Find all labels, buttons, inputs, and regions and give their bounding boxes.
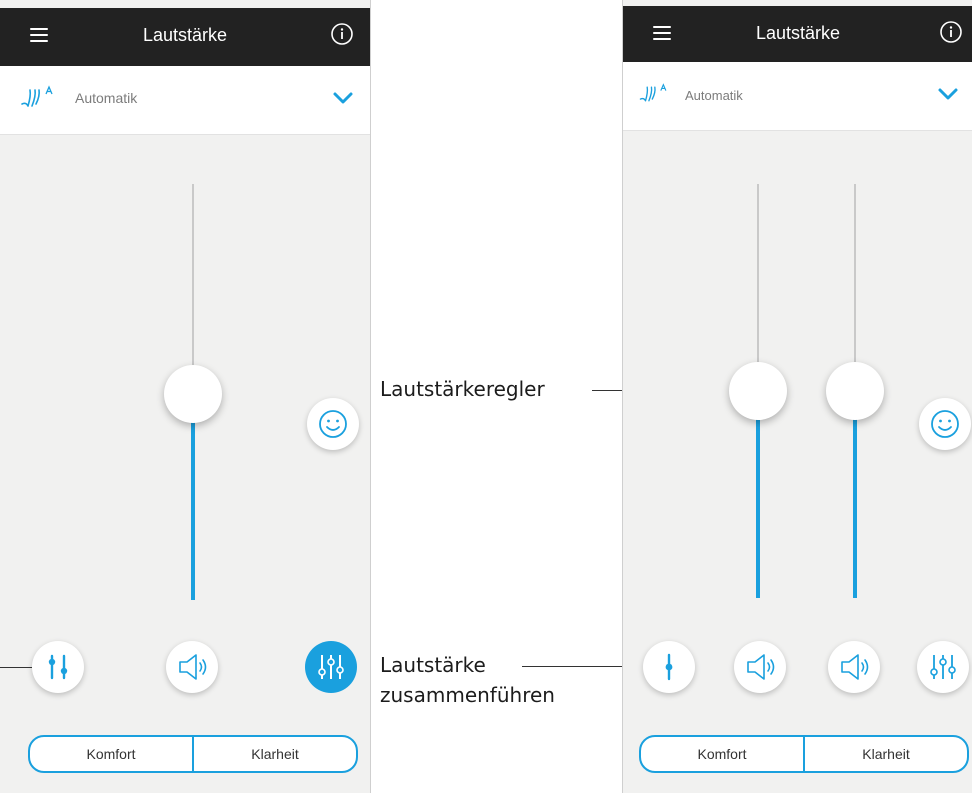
- segment-klarheit[interactable]: Klarheit: [803, 737, 967, 771]
- segment-komfort[interactable]: Komfort: [30, 737, 192, 771]
- page-title: Lautstärke: [755, 23, 841, 43]
- speaker-icon: [747, 654, 775, 680]
- speaker-right-button[interactable]: [828, 641, 880, 693]
- info-icon[interactable]: [939, 20, 963, 44]
- speaker-icon: [841, 654, 869, 680]
- callout-volume-slider: Lautstärkeregler: [380, 377, 545, 401]
- segment-klarheit[interactable]: Klarheit: [192, 737, 356, 771]
- left-volume-slider-fill: [756, 390, 760, 598]
- smiley-icon: [319, 410, 347, 438]
- info-icon[interactable]: [330, 22, 354, 46]
- split-sliders-icon: [48, 654, 68, 680]
- sound-mode-toggle: Komfort Klarheit: [28, 735, 358, 773]
- right-volume-slider-fill: [853, 390, 857, 598]
- single-slider-icon: [665, 653, 673, 681]
- callout-left-edge-line: [0, 667, 32, 668]
- sound-mode-toggle: Komfort Klarheit: [639, 735, 969, 773]
- app-header: Lautstärke: [0, 8, 370, 66]
- volume-slider-track[interactable]: [192, 184, 194, 394]
- program-label: Automatik: [75, 90, 138, 106]
- equalizer-icon: [930, 655, 956, 679]
- right-phone-screen: Lautstärke Automatik Komfort Klarheit: [622, 0, 972, 793]
- right-volume-slider-knob[interactable]: [826, 362, 884, 420]
- chevron-down-icon[interactable]: [332, 90, 354, 106]
- left-volume-slider-knob[interactable]: [729, 362, 787, 420]
- segment-komfort[interactable]: Komfort: [641, 737, 803, 771]
- comfort-smiley-button[interactable]: [919, 398, 971, 450]
- speaker-button[interactable]: [166, 641, 218, 693]
- program-label: Automatik: [685, 88, 743, 103]
- smiley-icon: [931, 410, 959, 438]
- left-phone-screen: Lautstärke Automatik Komfort Klarheit: [0, 0, 371, 793]
- speaker-left-button[interactable]: [734, 641, 786, 693]
- speaker-icon: [179, 654, 207, 680]
- merge-volume-button[interactable]: [643, 641, 695, 693]
- program-selector[interactable]: Automatik: [623, 62, 972, 131]
- left-volume-slider-track[interactable]: [757, 184, 759, 390]
- equalizer-icon: [318, 655, 344, 679]
- chevron-down-icon[interactable]: [937, 86, 959, 102]
- comfort-smiley-button[interactable]: [307, 398, 359, 450]
- hearing-program-icon: [21, 85, 53, 107]
- app-header: Lautstärke: [623, 6, 972, 62]
- program-selector[interactable]: Automatik: [0, 66, 370, 135]
- volume-slider-knob[interactable]: [164, 365, 222, 423]
- hearing-program-icon: [639, 83, 667, 102]
- callout-merge-line1: Lautstärke: [380, 653, 486, 677]
- volume-slider-fill: [191, 394, 195, 600]
- merge-volume-button[interactable]: [32, 641, 84, 693]
- equalizer-button[interactable]: [305, 641, 357, 693]
- equalizer-button[interactable]: [917, 641, 969, 693]
- callout-merge-line2: zusammenführen: [380, 683, 555, 707]
- page-title: Lautstärke: [142, 25, 228, 45]
- right-volume-slider-track[interactable]: [854, 184, 856, 390]
